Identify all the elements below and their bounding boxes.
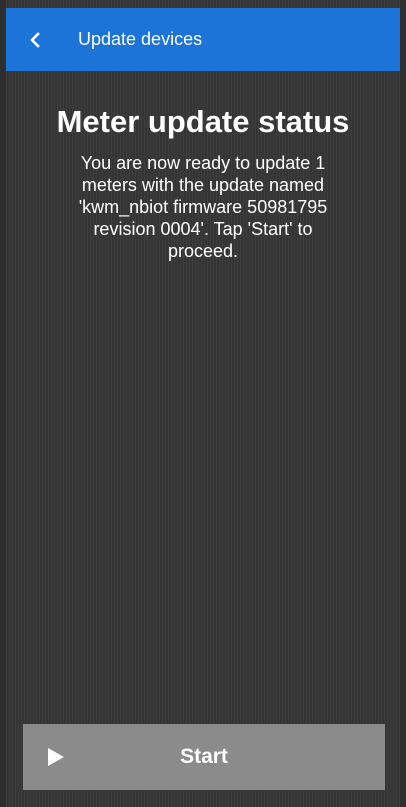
chevron-left-icon: [29, 31, 41, 48]
status-message: You are now ready to update 1 meters wit…: [78, 153, 328, 261]
content: Meter update status You are now ready to…: [6, 71, 400, 262]
header-title: Update devices: [78, 29, 203, 49]
app-screen: Update devices Meter update status You a…: [0, 0, 406, 807]
back-button[interactable]: [6, 8, 64, 71]
page-title: Meter update status: [56, 104, 350, 139]
start-button-label: Start: [180, 745, 228, 768]
app-bar: Update devices: [6, 8, 400, 71]
start-button[interactable]: Start: [23, 724, 385, 790]
